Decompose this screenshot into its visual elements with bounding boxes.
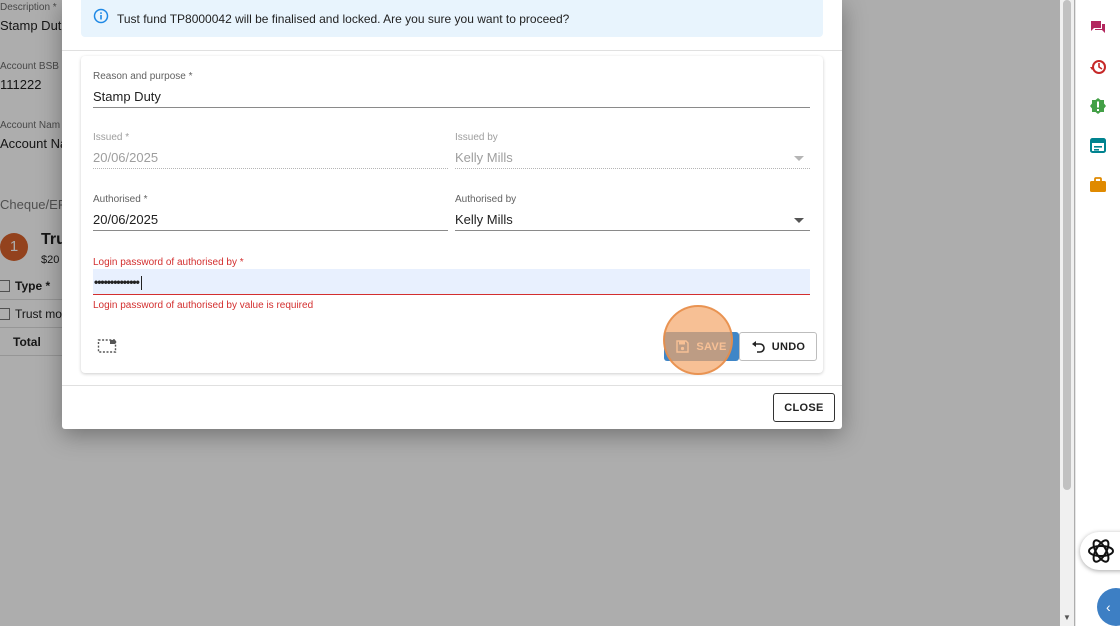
- chat-icon[interactable]: [1089, 19, 1107, 37]
- chevron-left-icon: ‹: [1106, 599, 1111, 615]
- finalise-dialog: Tust fund TP8000042 will be finalised an…: [62, 0, 842, 429]
- authorised-by-select[interactable]: Kelly Mills: [455, 209, 810, 231]
- undo-label: UNDO: [771, 340, 806, 353]
- close-button[interactable]: CLOSE: [773, 393, 835, 422]
- save-button[interactable]: SAVE: [664, 332, 739, 361]
- issued-by-select: Kelly Mills: [455, 147, 810, 169]
- text-cursor: [140, 275, 142, 290]
- save-icon: [676, 340, 690, 353]
- authorised-by-value: Kelly Mills: [455, 212, 513, 227]
- issued-by-value: Kelly Mills: [455, 150, 513, 165]
- chevron-down-icon: [794, 156, 804, 161]
- alert-message: Tust fund TP8000042 will be finalised an…: [117, 11, 570, 26]
- briefcase-icon[interactable]: [1089, 176, 1107, 194]
- reason-field[interactable]: Reason and purpose * Stamp Duty: [93, 71, 810, 108]
- password-input[interactable]: ••••••••••••••: [93, 269, 810, 295]
- issued-input: 20/06/2025: [93, 147, 448, 169]
- divider: [62, 50, 842, 51]
- reason-label: Reason and purpose *: [93, 71, 193, 82]
- issued-field: Issued * 20/06/2025: [93, 132, 448, 169]
- password-value: ••••••••••••••: [94, 275, 140, 289]
- undo-button[interactable]: UNDO: [739, 332, 817, 361]
- page-scrollbar[interactable]: ▼: [1060, 0, 1074, 626]
- alert-icon[interactable]: [1089, 97, 1107, 115]
- authorised-label: Authorised *: [93, 194, 148, 205]
- divider: [62, 385, 842, 386]
- authorised-by-field[interactable]: Authorised by Kelly Mills: [455, 194, 810, 231]
- info-alert: Tust fund TP8000042 will be finalised an…: [81, 0, 823, 37]
- ai-assistant-button[interactable]: [1080, 532, 1120, 570]
- ai-assistant-icon: [1088, 539, 1114, 563]
- history-icon[interactable]: [1089, 58, 1107, 76]
- authorised-date-input[interactable]: 20/06/2025: [93, 209, 448, 231]
- reason-input[interactable]: Stamp Duty: [93, 86, 810, 108]
- authorisation-form: Reason and purpose * Stamp Duty Issued *…: [81, 56, 823, 375]
- undo-icon: [751, 340, 765, 353]
- password-error: Login password of authorised by value is…: [93, 300, 314, 311]
- authorised-by-label: Authorised by: [455, 194, 517, 205]
- save-label: SAVE: [696, 340, 727, 353]
- calendar-icon[interactable]: [1089, 136, 1107, 154]
- chevron-down-icon[interactable]: [794, 218, 804, 223]
- authorised-field[interactable]: Authorised * 20/06/2025: [93, 194, 448, 231]
- scan-icon[interactable]: [97, 338, 117, 359]
- scroll-down-icon[interactable]: ▼: [1063, 613, 1071, 622]
- issued-by-field: Issued by Kelly Mills: [455, 132, 810, 169]
- issued-label: Issued *: [93, 132, 130, 143]
- scrollbar-thumb[interactable]: [1063, 0, 1071, 490]
- password-label: Login password of authorised by *: [93, 257, 244, 268]
- info-icon: [93, 8, 109, 29]
- issued-by-label: Issued by: [455, 132, 498, 143]
